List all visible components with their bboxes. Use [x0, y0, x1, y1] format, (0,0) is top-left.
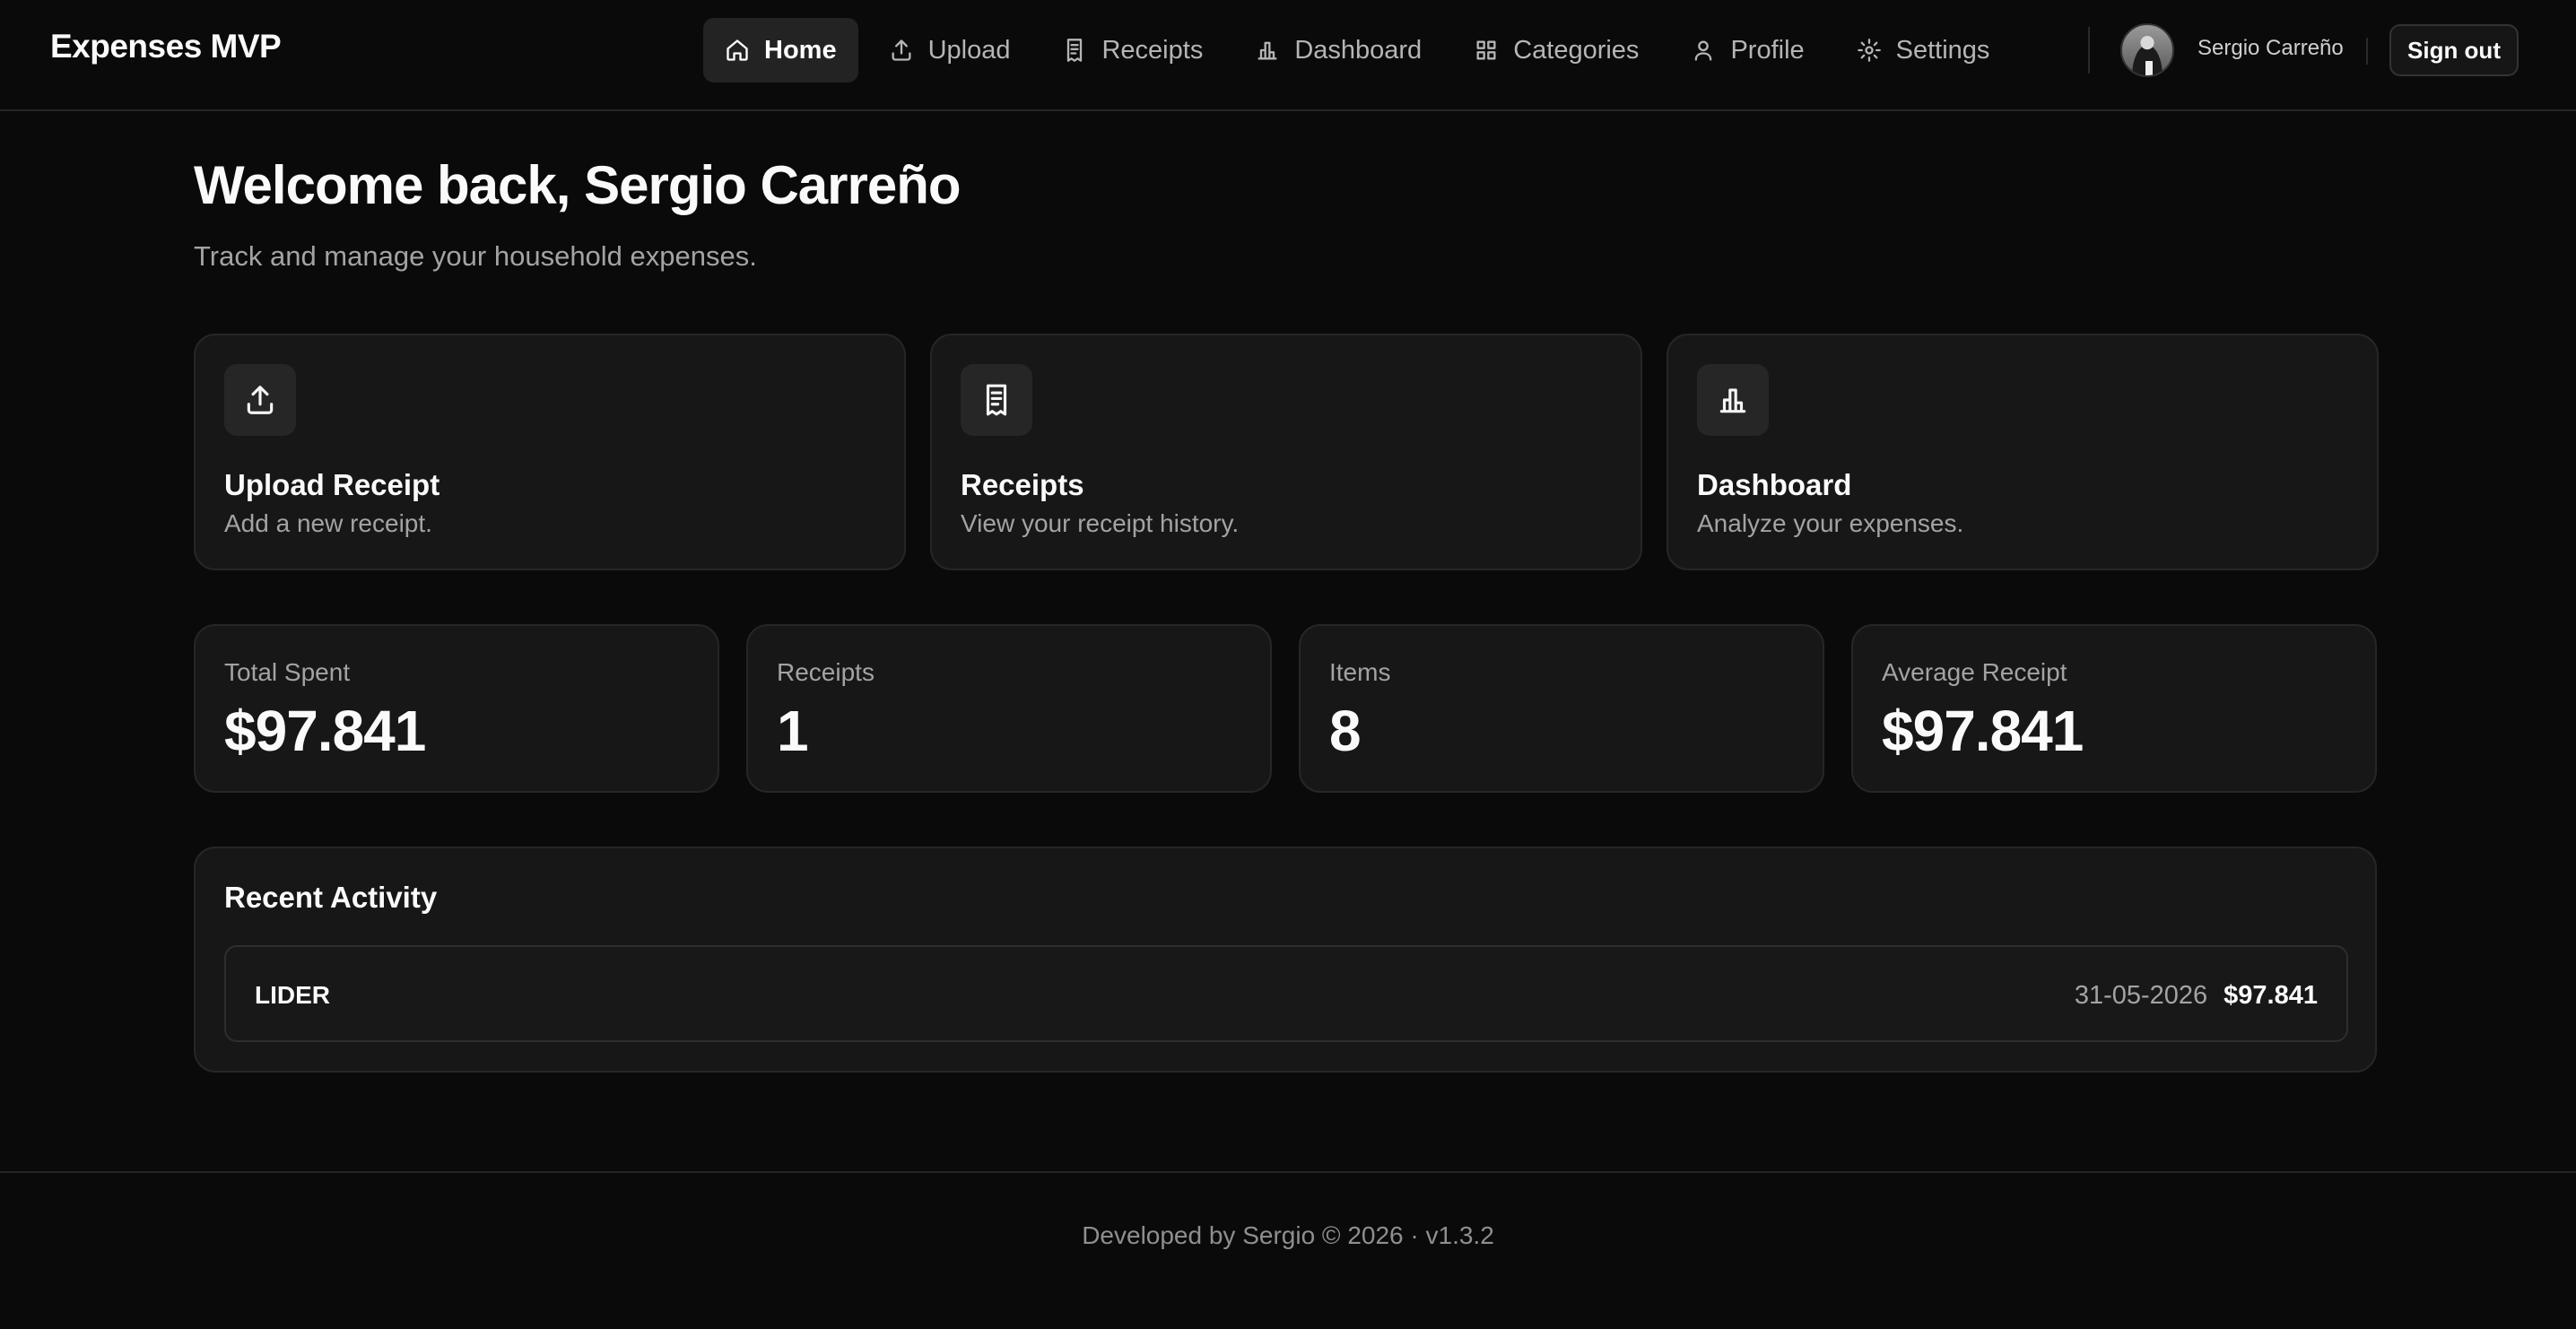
bar-chart-icon: [1258, 41, 1277, 60]
nav-item-profile[interactable]: Profile: [1669, 18, 1825, 83]
stat-card-total-spent: Total Spent $97.841: [194, 624, 719, 793]
store-name: LIDER: [255, 981, 330, 1009]
upload-receipt-card[interactable]: Upload Receipt Add a new receipt.: [194, 334, 906, 570]
stat-value: 8: [1329, 699, 1362, 763]
stat-value: 1: [777, 699, 809, 763]
nav-item-home[interactable]: Home: [703, 18, 858, 83]
bar-chart-icon: [1697, 364, 1769, 436]
stat-card-receipts: Receipts 1: [746, 624, 1272, 793]
row-meta: 31-05-2026 $97.841: [2075, 981, 2318, 1011]
nav-item-label: Settings: [1895, 35, 1990, 65]
nav-item-settings[interactable]: Settings: [1835, 18, 2012, 83]
upload-icon: [224, 364, 296, 436]
row-date: 31-05-2026: [2074, 981, 2208, 1010]
list-item[interactable]: LIDER 31-05-2026 $97.841: [224, 945, 2348, 1042]
stat-label: Average Receipt: [1882, 658, 2067, 686]
card-title: Dashboard: [1697, 468, 1852, 501]
section-title: Recent Activity: [224, 881, 438, 914]
stat-label: Items: [1329, 658, 1391, 686]
page-subtitle: Track and manage your household expenses…: [194, 240, 757, 272]
card-title: Upload Receipt: [224, 468, 440, 501]
user-name: Sergio Carreño: [2197, 36, 2344, 60]
stat-value: $97.841: [224, 699, 426, 763]
gear-icon: [1857, 39, 1881, 62]
dashboard-card[interactable]: Dashboard Analyze your expenses.: [1667, 334, 2379, 570]
user-divider: [2366, 38, 2368, 65]
sign-out-button[interactable]: Sign out: [2389, 24, 2519, 76]
nav-item-label: Profile: [1730, 35, 1805, 65]
nav-item-label: Dashboard: [1294, 35, 1423, 65]
receipt-icon: [1067, 39, 1083, 62]
footer: Developed by Sergio © 2026 · v1.3.2: [0, 1171, 2576, 1329]
stat-card-average-receipt: Average Receipt $97.841: [1851, 624, 2377, 793]
upload-icon: [892, 39, 911, 61]
top-nav-bar: Expenses MVP Home Upload Receipts Dashbo…: [0, 0, 2576, 111]
nav-item-receipts[interactable]: Receipts: [1040, 18, 1224, 83]
main-nav: Home Upload Receipts Dashboard Categorie…: [703, 18, 2011, 83]
avatar[interactable]: [2120, 23, 2174, 77]
stat-label: Total Spent: [224, 658, 351, 686]
grid-icon: [1476, 40, 1496, 60]
recent-activity-panel: Recent Activity LIDER 31-05-2026 $97.841: [194, 847, 2377, 1073]
receipts-card[interactable]: Receipts View your receipt history.: [930, 334, 1642, 570]
stat-value: $97.841: [1882, 699, 2084, 763]
card-description: View your receipt history.: [961, 509, 1240, 537]
stat-label: Receipts: [777, 658, 875, 686]
nav-item-label: Receipts: [1101, 35, 1204, 65]
brand-logo[interactable]: Expenses MVP: [50, 28, 282, 65]
card-title: Receipts: [961, 468, 1084, 501]
stat-card-items: Items 8: [1299, 624, 1824, 793]
nav-item-categories[interactable]: Categories: [1452, 18, 1660, 83]
page-title: Welcome back, Sergio Carreño: [194, 155, 962, 215]
nav-divider: [2088, 27, 2090, 74]
row-amount: $97.841: [2224, 981, 2318, 1010]
nav-item-label: Categories: [1513, 35, 1640, 65]
home-icon: [727, 39, 748, 61]
nav-item-dashboard[interactable]: Dashboard: [1233, 18, 1443, 83]
nav-item-label: Home: [764, 35, 837, 65]
card-description: Add a new receipt.: [224, 509, 432, 537]
nav-item-upload[interactable]: Upload: [867, 18, 1032, 83]
footer-text: Developed by Sergio © 2026 · v1.3.2: [1082, 1221, 1494, 1249]
card-description: Analyze your expenses.: [1697, 509, 1964, 537]
receipt-icon: [961, 364, 1032, 436]
nav-item-label: Upload: [927, 35, 1011, 65]
user-icon: [1695, 40, 1712, 61]
